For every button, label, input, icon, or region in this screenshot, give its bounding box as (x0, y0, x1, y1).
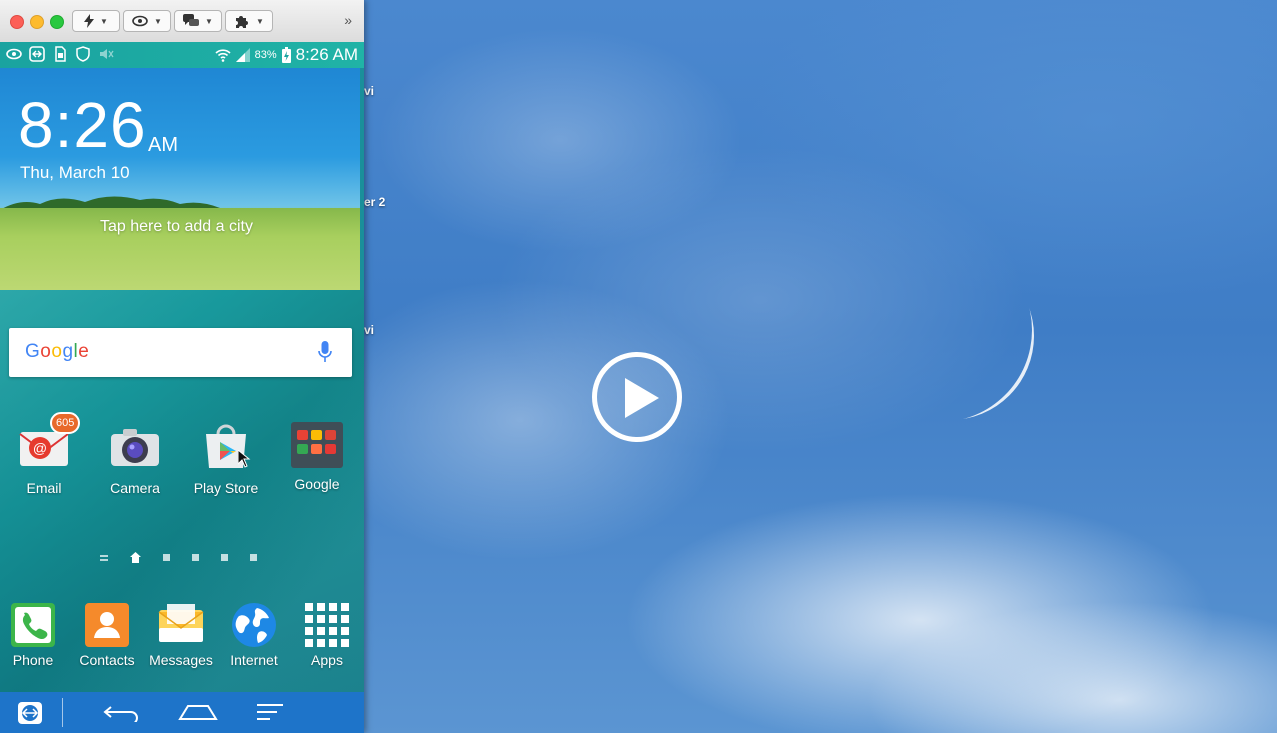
play-icon (625, 378, 659, 418)
app-label: Messages (149, 652, 213, 668)
extras-menu-button[interactable]: ▼ (225, 10, 273, 32)
chevron-down-icon: ▼ (154, 16, 162, 26)
mouse-cursor-icon (238, 450, 251, 468)
teamviewer-icon (29, 46, 45, 62)
contacts-app[interactable]: Contacts (68, 602, 146, 668)
mute-icon (100, 49, 114, 59)
desktop-icon-label[interactable]: er 2 (364, 195, 385, 209)
chevron-down-icon: ▼ (256, 16, 264, 26)
chevron-down-icon: ▼ (100, 16, 108, 26)
contacts-icon (85, 603, 129, 647)
widget-date: Thu, March 10 (20, 163, 130, 182)
google-logo: Google (25, 341, 90, 362)
sim-card-icon (55, 46, 66, 62)
apps-drawer-button[interactable]: Apps (288, 602, 366, 668)
clock-weather-widget[interactable]: 8:26 AM Thu, March 10 Tap here to add a … (0, 68, 360, 290)
widget-clock-time: 8:26 (18, 89, 147, 161)
phone-app[interactable]: Phone (0, 602, 72, 668)
app-label: Google (294, 476, 340, 492)
internet-app[interactable]: Internet (215, 602, 293, 668)
view-menu-button[interactable]: ▼ (123, 10, 171, 32)
eye-icon (6, 48, 22, 60)
window-titlebar: ▼ ▼ ▼ ▼ » (0, 0, 364, 43)
signal-icon (235, 48, 250, 62)
status-bar-clock: 8:26 AM (295, 45, 358, 64)
google-folder[interactable]: Google (277, 416, 357, 492)
remote-control-window: ▼ ▼ ▼ ▼ » 83% 8:26 AM 8:26 AM Thu, March… (0, 0, 364, 733)
desktop-icon-label[interactable]: vi (364, 323, 374, 337)
app-label: Camera (110, 480, 160, 496)
page-dot (221, 554, 228, 561)
page-dot (163, 554, 170, 561)
chevron-down-icon: ▼ (205, 16, 213, 26)
app-grid-icon (305, 603, 349, 647)
minimize-window-button[interactable] (30, 15, 44, 29)
app-label: Phone (12, 652, 54, 668)
home-page-indicator[interactable] (100, 552, 257, 563)
app-label: Apps (311, 652, 343, 668)
messages-app[interactable]: Messages (142, 602, 220, 668)
puzzle-icon (236, 16, 249, 28)
svg-text:@: @ (33, 440, 47, 456)
play-video-button[interactable] (592, 352, 682, 442)
home-icon[interactable] (178, 703, 218, 721)
home-page-icon (130, 552, 141, 563)
email-app[interactable]: @ 605 Email (4, 412, 84, 496)
communicate-menu-button[interactable]: ▼ (174, 10, 222, 32)
microphone-icon[interactable] (318, 341, 332, 363)
teamviewer-icon[interactable] (17, 701, 43, 725)
actions-menu-button[interactable]: ▼ (72, 10, 120, 32)
battery-charging-icon (281, 47, 291, 63)
app-label: Email (26, 480, 62, 496)
remote-navigation-bar (0, 692, 364, 733)
messages-icon (158, 604, 204, 642)
shield-icon (76, 46, 90, 62)
google-folder-icon (291, 422, 343, 468)
android-status-bar: 83% 8:26 AM (0, 42, 364, 68)
page-dot (250, 554, 257, 561)
chat-icon (183, 14, 200, 26)
eye-icon (132, 15, 148, 27)
unread-count-badge: 605 (50, 412, 81, 434)
moon-image (880, 252, 1034, 420)
app-label: Play Store (193, 480, 259, 496)
zoom-window-button[interactable] (50, 15, 64, 29)
play-store-app[interactable]: Play Store (186, 420, 266, 496)
battery-percent: 83% (254, 49, 277, 61)
phone-icon (11, 603, 55, 647)
page-dot (192, 554, 199, 561)
desktop-icon-label[interactable]: vi (364, 84, 374, 98)
add-city-prompt[interactable]: Tap here to add a city (100, 218, 253, 236)
wifi-icon (215, 49, 231, 62)
camera-app[interactable]: Camera (95, 420, 175, 496)
home-screen: Google @ 605 Email Camera Play Store Goo… (0, 290, 364, 692)
menu-page-icon (100, 554, 108, 561)
app-label: Internet (230, 652, 278, 668)
more-toolbar-button[interactable]: » (344, 12, 352, 28)
globe-icon (232, 603, 276, 647)
recent-apps-icon[interactable] (256, 702, 284, 722)
google-search-bar[interactable]: Google (9, 328, 352, 377)
close-window-button[interactable] (10, 15, 24, 29)
back-icon[interactable] (103, 704, 139, 722)
widget-clock-ampm: AM (148, 134, 178, 156)
camera-icon (111, 429, 159, 466)
divider (62, 698, 63, 727)
lightning-icon (84, 14, 95, 28)
app-label: Contacts (79, 652, 135, 668)
